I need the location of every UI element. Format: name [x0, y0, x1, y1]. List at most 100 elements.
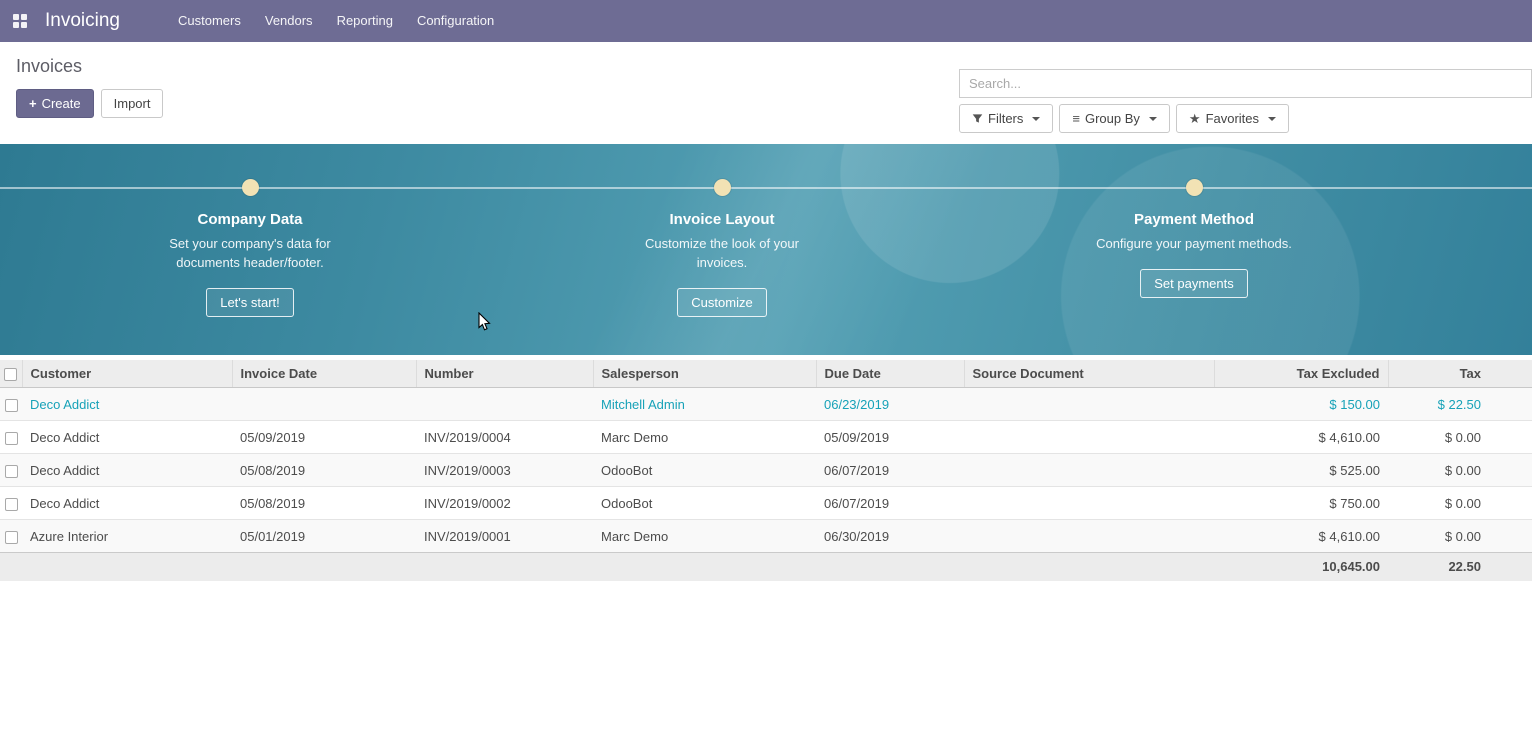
- onboarding-banner: Company Data Set your company's data for…: [0, 144, 1532, 355]
- cell-tax: $ 0.00: [1388, 487, 1532, 520]
- cell-number: [416, 388, 593, 421]
- caret-down-icon: [1149, 117, 1157, 121]
- column-header-invoice-date[interactable]: Invoice Date: [232, 360, 416, 388]
- row-checkbox[interactable]: [5, 498, 18, 511]
- mouse-cursor: [478, 312, 491, 332]
- onboarding-step-payment-method: Payment Method Configure your payment me…: [1074, 179, 1314, 298]
- cell-tax: $ 22.50: [1388, 388, 1532, 421]
- filter-buttons: Filters ≡ Group By ★ Favorites: [959, 104, 1532, 133]
- group-by-button-label: Group By: [1085, 111, 1140, 126]
- select-all-checkbox[interactable]: [4, 368, 17, 381]
- lets-start-button[interactable]: Let's start!: [206, 288, 294, 317]
- row-checkbox[interactable]: [5, 531, 18, 544]
- filters-button-label: Filters: [988, 111, 1023, 126]
- row-select-cell: [0, 487, 22, 520]
- cell-salesperson: Mitchell Admin: [593, 388, 816, 421]
- create-button-label: Create: [42, 96, 81, 111]
- cell-salesperson: OdooBot: [593, 454, 816, 487]
- cell-invoice-date: [232, 388, 416, 421]
- cell-source-document: [964, 421, 1214, 454]
- column-header-due-date[interactable]: Due Date: [816, 360, 964, 388]
- top-nav: Invoicing Customers Vendors Reporting Co…: [0, 0, 1532, 42]
- table-footer-row: 10,645.00 22.50: [0, 553, 1532, 581]
- search-input[interactable]: [959, 69, 1532, 98]
- customize-button[interactable]: Customize: [677, 288, 766, 317]
- total-tax-excluded: 10,645.00: [1214, 553, 1388, 581]
- cell-tax-excluded: $ 4,610.00: [1214, 520, 1388, 553]
- set-payments-button[interactable]: Set payments: [1140, 269, 1248, 298]
- row-checkbox[interactable]: [5, 465, 18, 478]
- group-by-icon: ≡: [1072, 112, 1080, 125]
- cell-tax: $ 0.00: [1388, 454, 1532, 487]
- column-header-tax[interactable]: Tax: [1388, 360, 1532, 388]
- column-header-tax-excluded[interactable]: Tax Excluded: [1214, 360, 1388, 388]
- app-title[interactable]: Invoicing: [45, 10, 120, 32]
- row-select-cell: [0, 454, 22, 487]
- cell-source-document: [964, 388, 1214, 421]
- footer-spacer: [0, 553, 1214, 581]
- cell-number: INV/2019/0002: [416, 487, 593, 520]
- group-by-button[interactable]: ≡ Group By: [1059, 104, 1170, 133]
- table-header-row: Customer Invoice Date Number Salesperson…: [0, 360, 1532, 388]
- nav-item-vendors[interactable]: Vendors: [253, 0, 325, 42]
- total-tax: 22.50: [1388, 553, 1532, 581]
- filters-button[interactable]: Filters: [959, 104, 1053, 133]
- plus-icon: +: [29, 96, 37, 111]
- invoice-list: Customer Invoice Date Number Salesperson…: [0, 360, 1532, 581]
- favorites-button[interactable]: ★ Favorites: [1176, 104, 1289, 133]
- cell-number: INV/2019/0001: [416, 520, 593, 553]
- select-all-header[interactable]: [0, 360, 22, 388]
- column-header-customer[interactable]: Customer: [22, 360, 232, 388]
- invoice-row[interactable]: Deco Addict05/09/2019INV/2019/0004Marc D…: [0, 421, 1532, 454]
- caret-down-icon: [1032, 117, 1040, 121]
- nav-menu: Customers Vendors Reporting Configuratio…: [166, 0, 506, 42]
- column-header-salesperson[interactable]: Salesperson: [593, 360, 816, 388]
- column-header-source-document[interactable]: Source Document: [964, 360, 1214, 388]
- onboarding-step-invoice-layout: Invoice Layout Customize the look of you…: [602, 179, 842, 317]
- column-header-number[interactable]: Number: [416, 360, 593, 388]
- invoice-table-body: Deco AddictMitchell Admin06/23/2019$ 150…: [0, 388, 1532, 553]
- cell-number: INV/2019/0003: [416, 454, 593, 487]
- cell-salesperson: Marc Demo: [593, 421, 816, 454]
- star-icon: ★: [1189, 112, 1201, 125]
- step-title: Payment Method: [1134, 211, 1254, 228]
- cell-customer: Deco Addict: [22, 421, 232, 454]
- row-checkbox[interactable]: [5, 432, 18, 445]
- invoice-row[interactable]: Deco AddictMitchell Admin06/23/2019$ 150…: [0, 388, 1532, 421]
- nav-item-configuration[interactable]: Configuration: [405, 0, 506, 42]
- step-description: Configure your payment methods.: [1092, 235, 1297, 254]
- cell-tax: $ 0.00: [1388, 421, 1532, 454]
- apps-menu-button[interactable]: [8, 9, 32, 33]
- cell-due-date: 06/30/2019: [816, 520, 964, 553]
- row-checkbox[interactable]: [5, 399, 18, 412]
- cell-invoice-date: 05/01/2019: [232, 520, 416, 553]
- nav-item-reporting[interactable]: Reporting: [325, 0, 405, 42]
- caret-down-icon: [1268, 117, 1276, 121]
- step-description: Customize the look of your invoices.: [620, 235, 825, 273]
- step-dot: [242, 179, 259, 196]
- cell-source-document: [964, 520, 1214, 553]
- filter-icon: [972, 113, 983, 124]
- cell-tax: $ 0.00: [1388, 520, 1532, 553]
- cell-due-date: 06/23/2019: [816, 388, 964, 421]
- cell-salesperson: OdooBot: [593, 487, 816, 520]
- cell-invoice-date: 05/08/2019: [232, 454, 416, 487]
- invoice-row[interactable]: Azure Interior05/01/2019INV/2019/0001Mar…: [0, 520, 1532, 553]
- import-button[interactable]: Import: [101, 89, 164, 118]
- cell-invoice-date: 05/08/2019: [232, 487, 416, 520]
- row-select-cell: [0, 520, 22, 553]
- cell-customer: Deco Addict: [22, 388, 232, 421]
- cell-source-document: [964, 454, 1214, 487]
- step-dot: [1186, 179, 1203, 196]
- invoice-row[interactable]: Deco Addict05/08/2019INV/2019/0003OdooBo…: [0, 454, 1532, 487]
- nav-item-customers[interactable]: Customers: [166, 0, 253, 42]
- step-dot: [714, 179, 731, 196]
- cell-tax-excluded: $ 750.00: [1214, 487, 1388, 520]
- cell-customer: Deco Addict: [22, 487, 232, 520]
- invoice-row[interactable]: Deco Addict05/08/2019INV/2019/0002OdooBo…: [0, 487, 1532, 520]
- invoice-table: Customer Invoice Date Number Salesperson…: [0, 360, 1532, 581]
- row-select-cell: [0, 388, 22, 421]
- control-panel: Invoices + Create Import Filters ≡ Group…: [0, 56, 1532, 144]
- row-select-cell: [0, 421, 22, 454]
- create-button[interactable]: + Create: [16, 89, 94, 118]
